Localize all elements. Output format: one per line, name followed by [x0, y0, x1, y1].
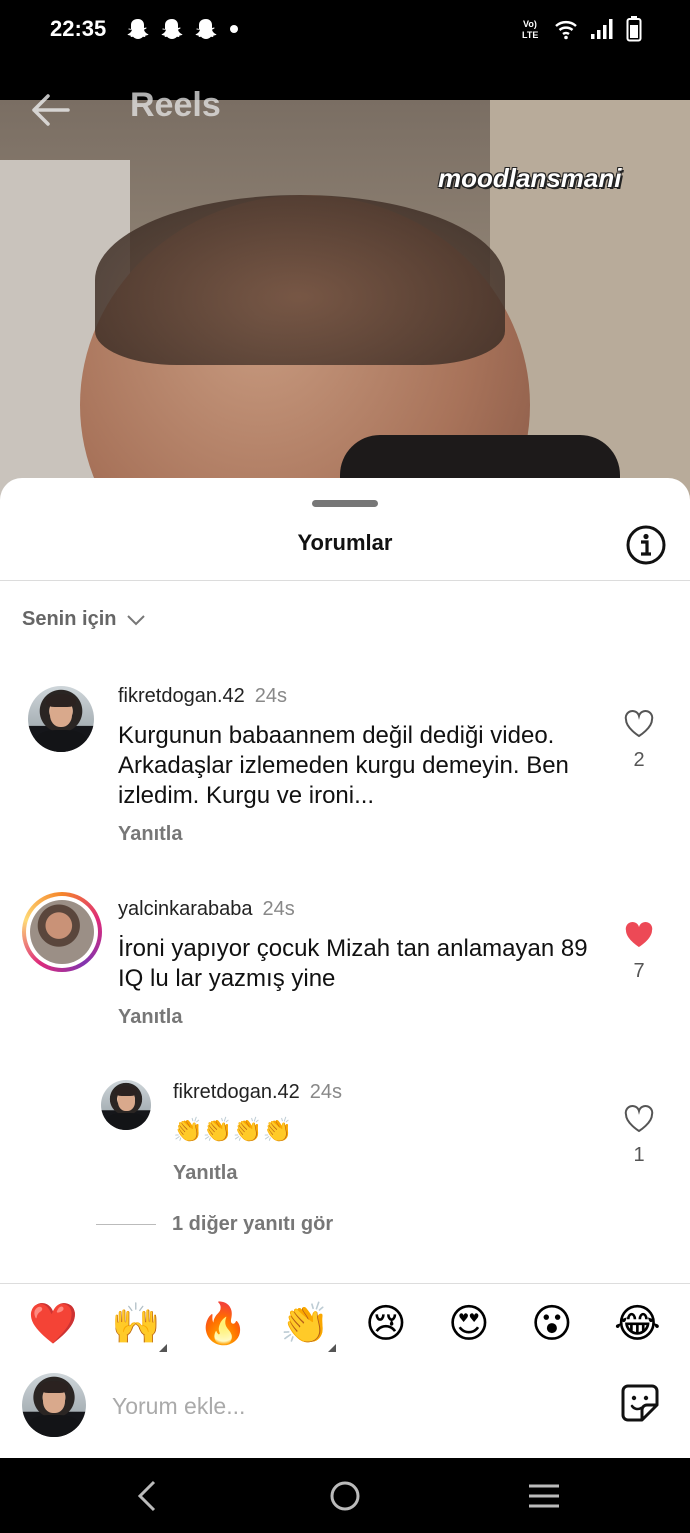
emoji-heart-eyes-button[interactable]: 😍 — [448, 1302, 490, 1346]
nav-recents-icon[interactable] — [526, 1478, 562, 1514]
view-replies-label: 1 diğer yanıtı gör — [172, 1213, 334, 1235]
battery-icon — [626, 16, 642, 42]
info-icon[interactable] — [624, 523, 668, 567]
emoji-reaction-bar: ❤️ 🙌 🔥 👏 😢 😍 😮 😂 — [0, 1283, 690, 1374]
like-count: 7 — [633, 960, 645, 982]
comment-filter-dropdown[interactable]: Senin için — [22, 608, 146, 631]
comment-time: 24s — [309, 1081, 343, 1103]
nav-back-icon[interactable] — [130, 1478, 166, 1514]
chevron-down-icon — [127, 614, 146, 625]
skin-tone-indicator — [158, 1344, 167, 1352]
comment-input[interactable] — [110, 1385, 594, 1427]
video-watermark: moodlansmani — [438, 163, 622, 193]
comment-composer — [0, 1373, 690, 1457]
drag-handle[interactable] — [312, 500, 378, 507]
comment-time: 24s — [262, 898, 295, 920]
comment-text: Kurgunun babaannem değil dediği video. A… — [118, 722, 569, 809]
snapchat-icon — [161, 19, 183, 39]
like-count: 1 — [633, 1144, 645, 1166]
sheet-title: Yorumlar — [297, 530, 393, 555]
back-arrow-icon[interactable] — [28, 90, 72, 130]
notification-icons — [126, 18, 240, 40]
emoji-clap-button[interactable]: 👏 — [280, 1302, 336, 1352]
snapchat-icon — [127, 19, 149, 39]
wifi-icon — [555, 21, 577, 40]
video-subject-hair — [95, 195, 505, 365]
status-bar: 22:35 Vo) LTE — [0, 0, 690, 100]
heart-outline-icon[interactable] — [624, 1105, 654, 1133]
comment-username[interactable]: fikretdogan.42 — [118, 685, 245, 707]
like-control: 1 — [619, 1105, 659, 1167]
reply-button[interactable]: Yanıtla — [118, 1006, 182, 1029]
emoji-surprised-button[interactable]: 😮 — [531, 1302, 573, 1346]
comment-username[interactable]: fikretdogan.42 — [173, 1081, 300, 1103]
avatar[interactable] — [28, 686, 94, 752]
like-control: 2 — [619, 710, 659, 772]
heart-outline-icon[interactable] — [624, 710, 654, 738]
reels-title: Reels — [130, 86, 221, 124]
current-user-avatar — [22, 1373, 86, 1437]
reply-button[interactable]: Yanıtla — [173, 1162, 237, 1185]
avatar[interactable] — [101, 1080, 151, 1130]
filter-label: Senin için — [22, 608, 117, 630]
emoji-raised-hands-button[interactable]: 🙌 — [111, 1302, 167, 1352]
status-time: 22:35 — [50, 16, 107, 41]
sticker-icon[interactable] — [620, 1383, 660, 1423]
emoji-laughing-button[interactable]: 😂 — [614, 1302, 661, 1346]
emoji-crying-button[interactable]: 😢 — [365, 1302, 407, 1346]
replies-divider-line — [96, 1224, 156, 1225]
signal-icon — [591, 19, 613, 39]
comment-header: fikretdogan.42 24s — [118, 685, 287, 708]
like-count: 2 — [633, 749, 645, 771]
view-more-replies[interactable]: 1 diğer yanıtı gör — [96, 1213, 333, 1236]
header-divider — [0, 580, 690, 581]
like-control: 7 — [619, 921, 659, 983]
reel-video[interactable] — [0, 100, 690, 500]
skin-tone-indicator — [327, 1344, 336, 1352]
heart-filled-icon[interactable] — [624, 921, 654, 949]
svg-text:LTE: LTE — [522, 30, 538, 40]
comment-username[interactable]: yalcinkarababa — [118, 898, 253, 920]
volte-icon: Vo)LTE — [522, 19, 538, 40]
system-navigation-bar — [0, 1458, 690, 1533]
system-icons: Vo) LTE — [522, 16, 642, 42]
comment-text: İroni yapıyor çocuk Mizah tan anlamayan … — [118, 935, 588, 992]
snapchat-icon — [195, 19, 217, 39]
nav-home-icon[interactable] — [327, 1478, 363, 1514]
emoji-fire-button[interactable]: 🔥 — [198, 1302, 248, 1346]
comment-text: 👏👏👏👏 — [173, 1117, 293, 1144]
svg-text:Vo): Vo) — [523, 19, 537, 29]
reply-button[interactable]: Yanıtla — [118, 823, 182, 846]
dot-icon — [230, 25, 238, 33]
comment-header: fikretdogan.42 24s — [173, 1081, 342, 1104]
avatar-story-ring[interactable] — [22, 892, 102, 972]
emoji-glyph: 👏 — [280, 1302, 330, 1346]
comment-header: yalcinkarababa 24s — [118, 898, 295, 921]
emoji-heart-button[interactable]: ❤️ — [28, 1302, 78, 1346]
emoji-glyph: 🙌 — [111, 1302, 161, 1346]
comment-time: 24s — [254, 685, 288, 707]
avatar — [30, 900, 94, 964]
